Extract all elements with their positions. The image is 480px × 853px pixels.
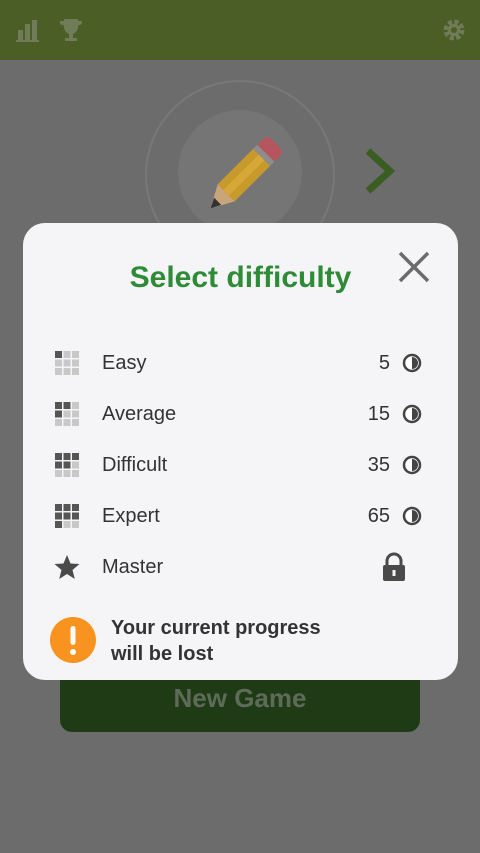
difficulty-label: Average	[102, 403, 177, 425]
warning-icon	[50, 617, 96, 663]
coin-icon	[402, 404, 422, 424]
coin-icon	[402, 353, 422, 373]
warning-text: Your current progress will be lost	[111, 615, 361, 667]
difficulty-dialog: Select difficulty Easy 5 Average 15 Diff…	[23, 223, 458, 680]
dialog-title: Select difficulty	[129, 261, 352, 294]
difficulty-difficult[interactable]: Difficult 35	[23, 443, 458, 487]
difficulty-master[interactable]: Master	[23, 545, 458, 589]
grid-icon	[55, 402, 79, 426]
pencil-icon	[210, 137, 282, 209]
lock-icon	[383, 552, 405, 581]
difficulty-count: 5	[378, 352, 390, 374]
difficulty-label: Master	[102, 556, 164, 578]
top-bar	[0, 0, 480, 60]
grid-icon	[55, 351, 79, 375]
difficulty-count: 35	[367, 454, 390, 476]
difficulty-label: Difficult	[102, 454, 168, 476]
difficulty-label: Expert	[102, 505, 160, 527]
next-arrow-icon[interactable]	[362, 147, 396, 195]
difficulty-easy[interactable]: Easy 5	[23, 341, 458, 385]
close-icon[interactable]	[395, 248, 433, 286]
warning-line-1: Your current progress	[111, 617, 321, 639]
star-icon	[54, 555, 80, 579]
grid-icon	[55, 453, 79, 477]
coin-icon	[402, 506, 422, 526]
difficulty-expert[interactable]: Expert 65	[23, 494, 458, 538]
settings-icon[interactable]	[441, 17, 467, 43]
stats-icon[interactable]	[15, 17, 41, 43]
grid-icon	[55, 504, 79, 528]
warning-line-2: will be lost	[111, 643, 214, 665]
trophy-icon[interactable]	[58, 17, 84, 43]
difficulty-count: 15	[367, 403, 390, 425]
difficulty-average[interactable]: Average 15	[23, 392, 458, 436]
coin-icon	[402, 455, 422, 475]
difficulty-count: 65	[367, 505, 390, 527]
difficulty-label: Easy	[102, 352, 147, 374]
